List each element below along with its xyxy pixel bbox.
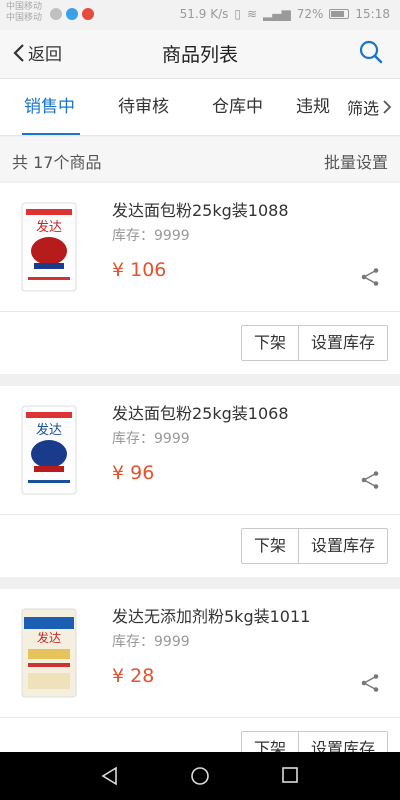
status-tabs: 销售中 待审核 仓库中 违规 筛选 <box>0 79 400 136</box>
search-icon <box>359 40 383 64</box>
product-stock: 库存：9999 <box>112 431 190 447</box>
battery-percent: 72% <box>296 7 324 21</box>
tab-in-warehouse[interactable]: 仓库中 <box>212 79 263 135</box>
battery-icon <box>329 9 350 19</box>
nav-home-circle-icon <box>191 767 209 785</box>
clock: 15:18 <box>355 7 390 21</box>
product-name: 发达面包粉25kg装1088 <box>112 201 289 220</box>
system-recent-button[interactable] <box>280 766 300 790</box>
filter-button[interactable]: 筛选 <box>340 79 392 135</box>
product-actions: 下架 设置库存 <box>0 312 400 374</box>
filter-label: 筛选 <box>346 99 379 118</box>
signal-icon: ▂▄▆ <box>263 7 291 21</box>
product-card: 发达 发达面包粉25kg装1068 库存：9999 ¥ 96 下架 设置库存 <box>0 386 400 577</box>
brand-lettering: 发达 <box>37 630 61 645</box>
network-speed: 51.9 K/s <box>179 7 229 21</box>
product-image: 发达 <box>21 608 77 698</box>
take-offshelf-button[interactable]: 下架 <box>242 529 298 563</box>
page-title: 商品列表 <box>161 44 238 66</box>
share-icon <box>361 268 379 286</box>
tab-on-sale[interactable]: 销售中 <box>24 79 75 135</box>
batch-settings-button[interactable]: 批量设置 <box>324 149 388 173</box>
product-info[interactable]: 发达 发达面包粉25kg装1068 库存：9999 ¥ 96 <box>0 386 400 515</box>
action-buttons: 下架 设置库存 <box>240 325 388 361</box>
share-icon <box>361 471 379 489</box>
system-nav-bar <box>0 752 400 800</box>
tab-violation[interactable]: 违规 <box>296 79 330 135</box>
product-info[interactable]: 发达 发达面包粉25kg装1088 库存：9999 ¥ 106 <box>0 183 400 312</box>
nav-bar: 返回 商品列表 <box>0 30 400 79</box>
set-stock-button[interactable]: 设置库存 <box>297 326 387 360</box>
product-info[interactable]: 发达 发达无添加剂粉5kg装1011 库存：9999 ¥ 28 <box>0 589 400 718</box>
product-count: 共 17个商品 <box>12 153 102 172</box>
brand-lettering: 发达 <box>36 219 62 235</box>
status-right: 51.9 K/s ▯ ≋ ▂▄▆ 72% 15:18 <box>180 7 390 21</box>
share-button[interactable] <box>360 267 380 291</box>
app-notification-icon <box>82 8 94 20</box>
share-button[interactable] <box>360 470 380 494</box>
chevron-right-icon <box>383 100 392 114</box>
system-back-button[interactable] <box>100 766 120 790</box>
product-price: ¥ 28 <box>112 665 155 687</box>
download-icon <box>50 8 62 20</box>
product-name: 发达无添加剂粉5kg装1011 <box>112 607 311 626</box>
wifi-icon: ≋ <box>246 7 258 21</box>
summary-row: 共 17个商品 批量设置 <box>0 137 400 181</box>
search-button[interactable] <box>358 39 384 69</box>
carrier-label: 中国移动 中国移动 <box>6 2 42 24</box>
product-stock: 库存：9999 <box>112 228 190 244</box>
carrier-1: 中国移动 <box>6 2 43 12</box>
product-actions: 下架 设置库存 <box>0 515 400 577</box>
nav-back-triangle-icon <box>101 766 117 786</box>
set-stock-button[interactable]: 设置库存 <box>297 529 387 563</box>
product-price: ¥ 96 <box>112 462 155 484</box>
product-price: ¥ 106 <box>112 259 167 281</box>
shield-icon <box>66 8 78 20</box>
vibrate-icon: ▯ <box>234 7 241 21</box>
take-offshelf-button[interactable]: 下架 <box>242 326 298 360</box>
product-name: 发达面包粉25kg装1068 <box>112 404 289 423</box>
product-card: 发达 发达面包粉25kg装1088 库存：9999 ¥ 106 下架 设置库存 <box>0 183 400 374</box>
carrier-2: 中国移动 <box>6 13 43 23</box>
tab-pending-review[interactable]: 待审核 <box>118 79 169 135</box>
system-home-button[interactable] <box>189 766 211 792</box>
product-image: 发达 <box>21 405 77 495</box>
brand-lettering: 发达 <box>36 422 62 438</box>
notification-icons <box>50 8 94 20</box>
product-image: 发达 <box>21 202 77 292</box>
share-icon <box>361 674 379 692</box>
action-buttons: 下架 设置库存 <box>240 528 388 564</box>
product-stock: 库存：9999 <box>112 634 190 650</box>
nav-recent-square-icon <box>282 767 298 783</box>
status-bar: 中国移动 中国移动 51.9 K/s ▯ ≋ ▂▄▆ 72% 15:18 <box>0 0 400 30</box>
active-tab-indicator <box>22 133 80 135</box>
share-button[interactable] <box>360 673 380 697</box>
